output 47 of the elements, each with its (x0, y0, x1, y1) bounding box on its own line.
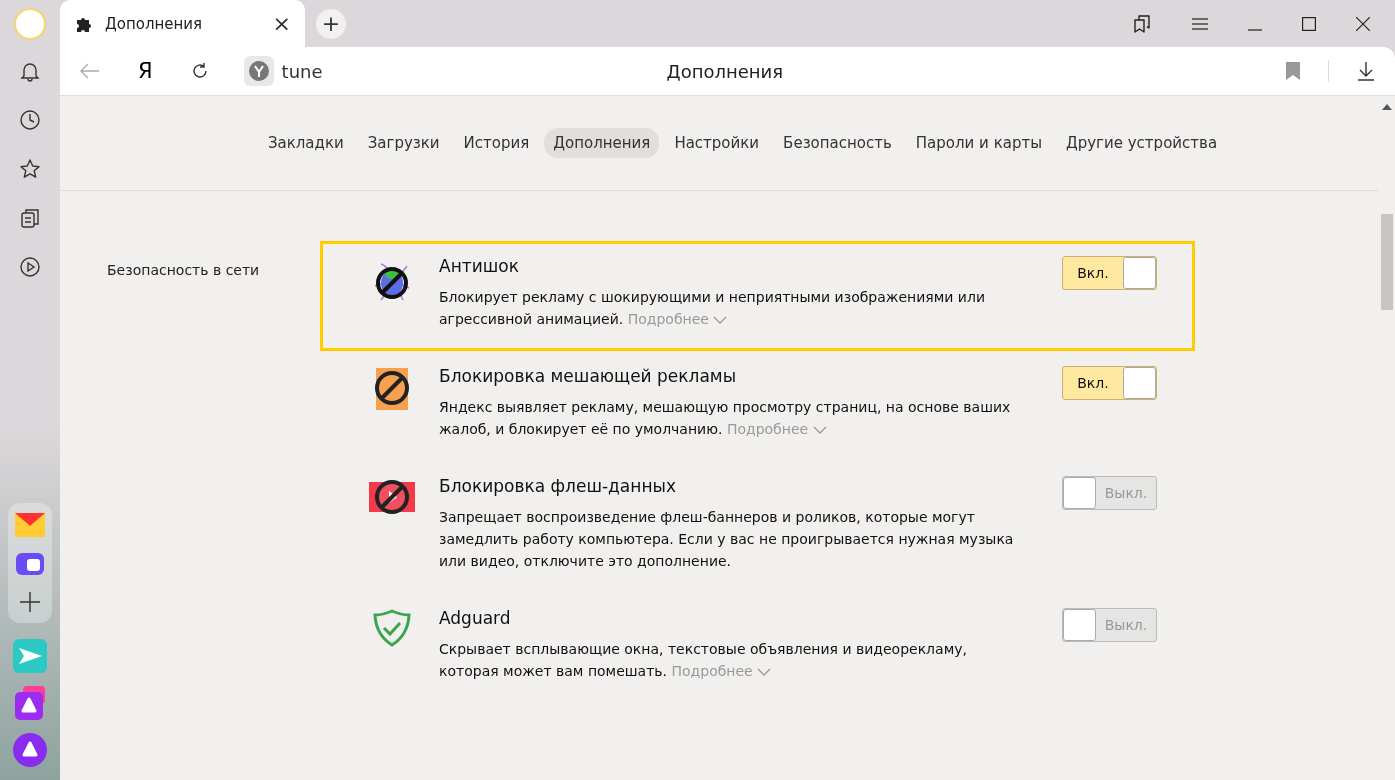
site-icon (243, 56, 274, 86)
nav-tab[interactable]: Другие устройства (1057, 128, 1227, 158)
close-tab-button[interactable]: × (272, 11, 291, 36)
extension-title: Блокировка мешающей рекламы (439, 366, 738, 386)
page-title: Дополнения (666, 60, 785, 82)
bookmark-icon[interactable] (1286, 62, 1300, 80)
scrollbar-thumb[interactable] (1380, 214, 1393, 310)
download-icon[interactable] (1357, 61, 1375, 81)
collections-icon[interactable] (19, 207, 41, 229)
nav-tab[interactable]: Настройки (665, 128, 769, 158)
bookmarks-panel-icon[interactable] (1132, 13, 1152, 34)
play-icon[interactable] (19, 256, 41, 278)
blocked-ad-icon (372, 366, 412, 412)
extension-title: Adguard (439, 608, 512, 628)
new-tab-button[interactable]: + (316, 8, 346, 39)
extension-title: Блокировка флеш-данных (439, 476, 677, 496)
extension-title: Антишок (439, 256, 520, 276)
nav-tab[interactable]: Загрузки (358, 128, 449, 158)
shield-check-icon (372, 608, 412, 648)
close-icon[interactable] (1356, 16, 1370, 31)
extension-description: Скрывает всплывающие окна, текстовые объявления и видеорекламу, которая может вам помешать. Подробнее (439, 640, 968, 681)
assistant-icon[interactable] (13, 733, 47, 767)
extension-description: Яндекс выявляет рекламу, мешающую просмотру страниц, на основе ваших жалоб, и блокирует её по умолчанию. Подробнее (439, 398, 1012, 439)
toggle-switch[interactable]: Вкл. (1062, 256, 1157, 290)
tab-title: Дополнения (105, 14, 204, 33)
nav-tab[interactable]: Дополнения (544, 128, 660, 158)
history-icon[interactable] (19, 109, 41, 131)
toggle-switch[interactable]: Вкл. (1062, 366, 1157, 400)
extension-description: Запрещает воспроизведение флеш-баннеров и роликов, которые могут замедлить работу компьютера. Если у вас не проигрывается нужная музыка или видео, отключите это дополнение. (439, 508, 1015, 571)
yandex-logo-button[interactable]: Я (138, 59, 153, 83)
messenger-icon[interactable] (15, 551, 45, 577)
nav-tab[interactable]: Пароли и карты (906, 128, 1051, 158)
reload-icon[interactable] (190, 62, 209, 80)
nav-tab[interactable]: Закладки (258, 128, 353, 158)
maximize-icon[interactable] (1302, 16, 1316, 31)
star-icon[interactable] (19, 158, 41, 180)
section-title: Безопасность в сети (107, 261, 261, 280)
bell-icon[interactable] (19, 60, 41, 82)
nav-tab[interactable]: Безопасность (774, 128, 901, 158)
menu-icon[interactable] (1192, 16, 1208, 31)
extension-description: Блокирует рекламу с шокирующими и неприятными изображениями или агрессивной анимацией. Подробнее (439, 288, 986, 329)
address-url[interactable]: tune (281, 60, 667, 82)
scroll-up-icon[interactable] (1381, 102, 1392, 110)
plus-icon[interactable] (19, 591, 41, 613)
nav-tab[interactable]: История (454, 128, 539, 158)
assistant-app-icon[interactable] (13, 686, 47, 720)
browser-tab[interactable]: Дополнения × (60, 0, 305, 47)
